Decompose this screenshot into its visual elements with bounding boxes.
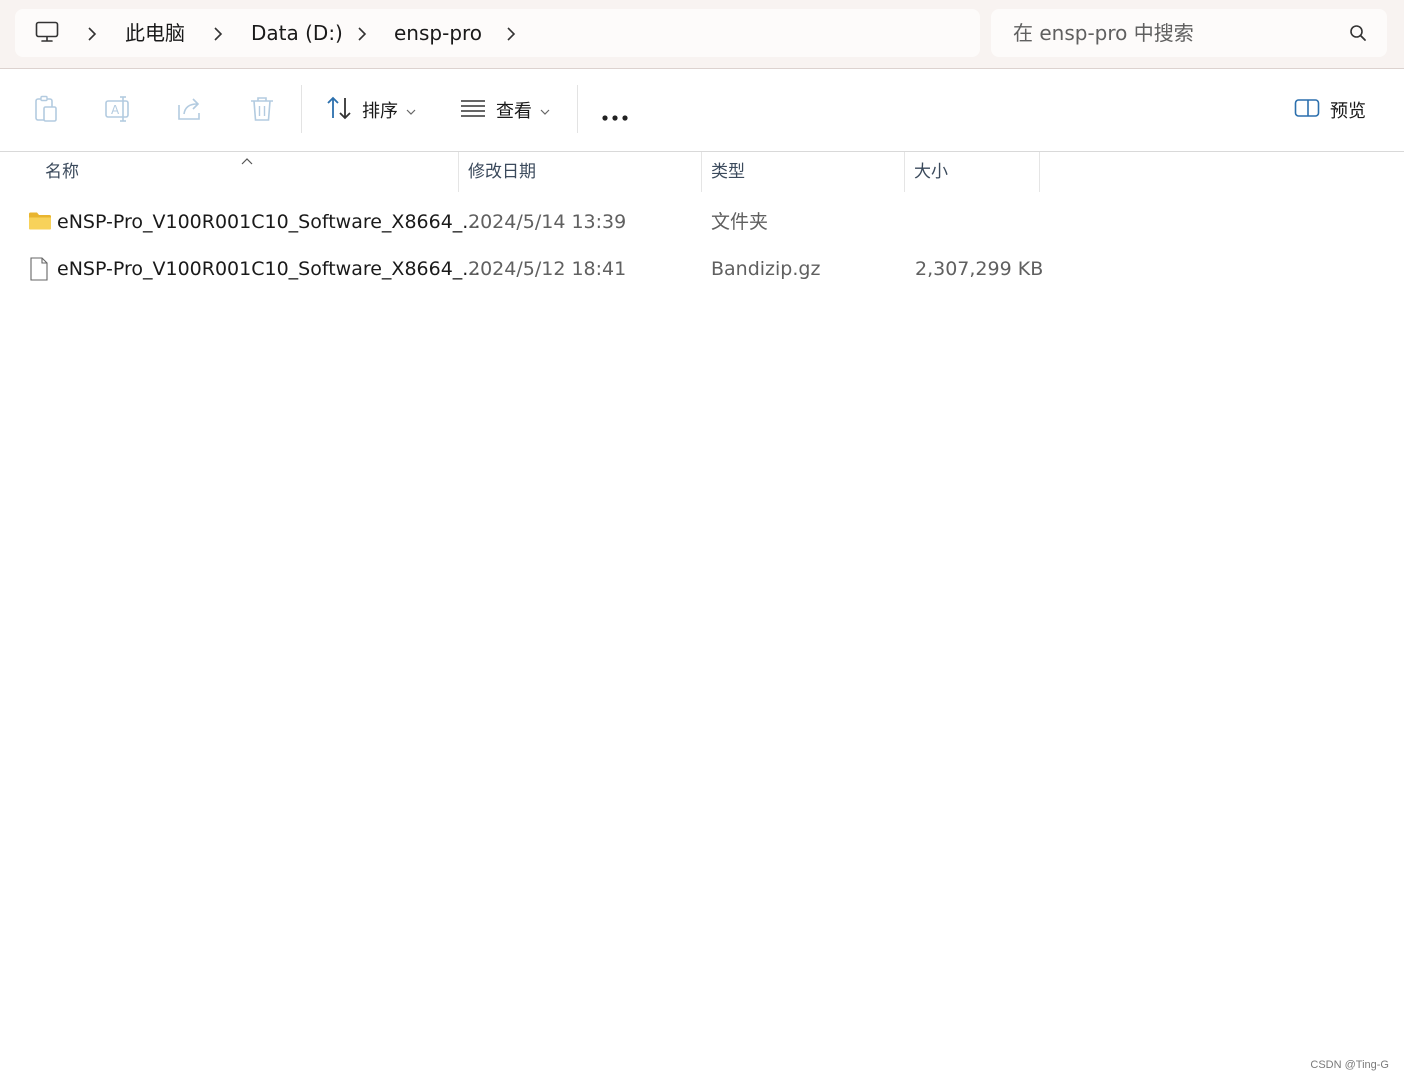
address-bar-region: 此电脑 Data (D:) ensp-pro 在 ensp-pro 中搜索 (0, 0, 1404, 69)
chevron-right-icon[interactable] (506, 26, 516, 45)
preview-label: 预览 (1330, 101, 1366, 122)
file-row[interactable]: eNSP-Pro_V100R001C10_Software_X8664_... … (20, 247, 1044, 291)
file-name: eNSP-Pro_V100R001C10_Software_X8664_... (57, 211, 481, 233)
sort-label: 排序 (362, 101, 398, 122)
chevron-right-icon[interactable] (357, 26, 367, 45)
svg-text:A: A (111, 103, 120, 117)
column-header-size[interactable]: 大小 (914, 152, 948, 192)
file-type: Bandizip.gz (711, 258, 821, 280)
chevron-down-icon (406, 101, 416, 120)
file-date: 2024/5/14 13:39 (468, 211, 627, 233)
column-divider[interactable] (904, 152, 905, 192)
chevron-right-icon[interactable] (213, 26, 223, 45)
chevron-right-icon[interactable] (87, 26, 97, 45)
sort-icon (326, 96, 352, 124)
column-header-date[interactable]: 修改日期 (468, 152, 536, 192)
file-name: eNSP-Pro_V100R001C10_Software_X8664_... (57, 258, 481, 280)
view-button[interactable]: 查看 (460, 91, 550, 129)
file-type: 文件夹 (711, 211, 769, 233)
watermark: CSDN @Ting-G (1310, 1059, 1389, 1071)
column-header-name[interactable]: 名称 (45, 152, 79, 192)
file-size: 2,307,299 KB (915, 258, 1044, 280)
column-divider[interactable] (458, 152, 459, 192)
paste-icon[interactable] (33, 95, 59, 127)
file-icon (30, 257, 48, 285)
search-input[interactable]: 在 ensp-pro 中搜索 (1013, 20, 1194, 46)
file-date: 2024/5/12 18:41 (468, 258, 627, 280)
toolbar-divider (301, 85, 302, 133)
breadcrumb-data-drive[interactable]: Data (D:) (251, 20, 343, 46)
command-bar: A 排序 查看 预览 (0, 69, 1404, 152)
search-icon[interactable] (1349, 24, 1367, 46)
breadcrumb-ensp-pro[interactable]: ensp-pro (394, 20, 482, 46)
folder-icon (28, 211, 52, 235)
sort-button[interactable]: 排序 (326, 91, 416, 129)
delete-icon[interactable] (249, 95, 275, 127)
chevron-down-icon (540, 101, 550, 120)
column-divider[interactable] (1039, 152, 1040, 192)
file-row[interactable]: eNSP-Pro_V100R001C10_Software_X8664_... … (20, 200, 1040, 244)
more-icon[interactable] (601, 107, 629, 126)
column-divider[interactable] (701, 152, 702, 192)
toolbar-divider (577, 85, 578, 133)
preview-pane-icon (1294, 98, 1320, 122)
preview-pane-button[interactable]: 预览 (1294, 91, 1366, 129)
address-bar[interactable]: 此电脑 Data (D:) ensp-pro (15, 9, 980, 57)
breadcrumb-this-pc[interactable]: 此电脑 (125, 20, 185, 46)
share-icon[interactable] (176, 95, 204, 127)
column-header-type[interactable]: 类型 (711, 152, 745, 192)
view-label: 查看 (496, 101, 532, 122)
view-list-icon (460, 98, 486, 122)
computer-icon[interactable] (35, 21, 59, 47)
search-box[interactable]: 在 ensp-pro 中搜索 (991, 9, 1387, 57)
sort-ascending-icon (241, 150, 253, 169)
rename-icon[interactable]: A (104, 95, 132, 127)
